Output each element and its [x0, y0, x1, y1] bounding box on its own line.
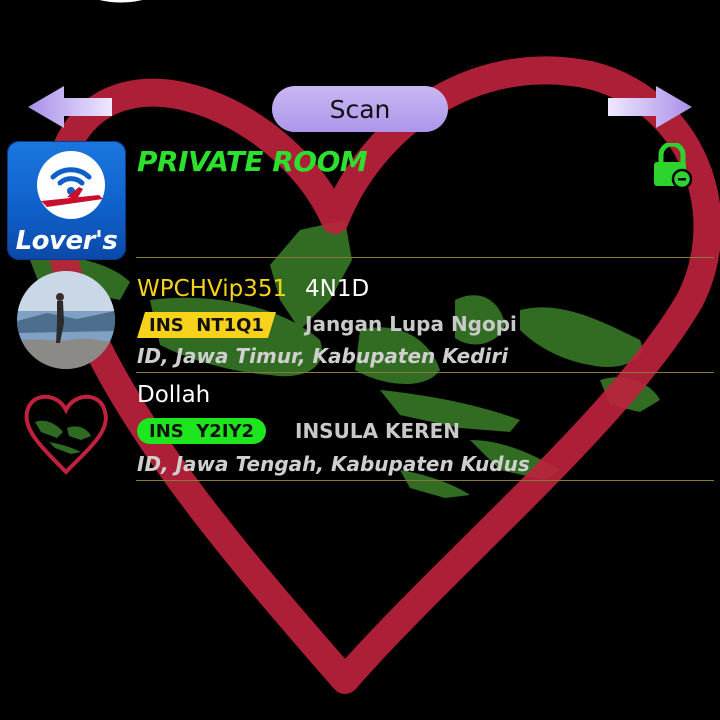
- user-photo: [17, 271, 115, 369]
- screen: Scan Lover's PRIVATE ROOM WPCHVip351 4N1…: [0, 0, 720, 720]
- status-text: 4N1D: [305, 276, 370, 302]
- scan-button[interactable]: Scan: [272, 86, 448, 132]
- divider: [136, 372, 714, 373]
- heart-map-avatar: [24, 394, 108, 475]
- lock-icon[interactable]: [652, 143, 692, 189]
- username: WPCHVip351: [137, 276, 288, 302]
- room-title: PRIVATE ROOM: [137, 145, 368, 178]
- username: Dollah: [137, 382, 211, 408]
- user-location: ID, Jawa Timur, Kabupaten Kediri: [137, 344, 509, 368]
- divider: [136, 257, 714, 258]
- status-badge: INS NT1Q1: [137, 312, 276, 338]
- user-location: ID, Jawa Tengah, Kabupaten Kudus: [137, 452, 530, 476]
- app-icon-label: Lover's: [15, 226, 118, 256]
- user-note: Jangan Lupa Ngopi: [305, 312, 517, 336]
- divider: [136, 480, 714, 481]
- arrow-right-icon[interactable]: [606, 84, 694, 130]
- arrow-left-icon[interactable]: [26, 84, 114, 130]
- avatar[interactable]: [17, 382, 115, 480]
- status-badge: INS Y2IY2: [137, 418, 267, 444]
- app-icon[interactable]: Lover's: [7, 141, 126, 260]
- top-logo-icon: [99, 0, 143, 3]
- avatar[interactable]: [17, 271, 115, 369]
- user-note: INSULA KEREN: [295, 419, 460, 443]
